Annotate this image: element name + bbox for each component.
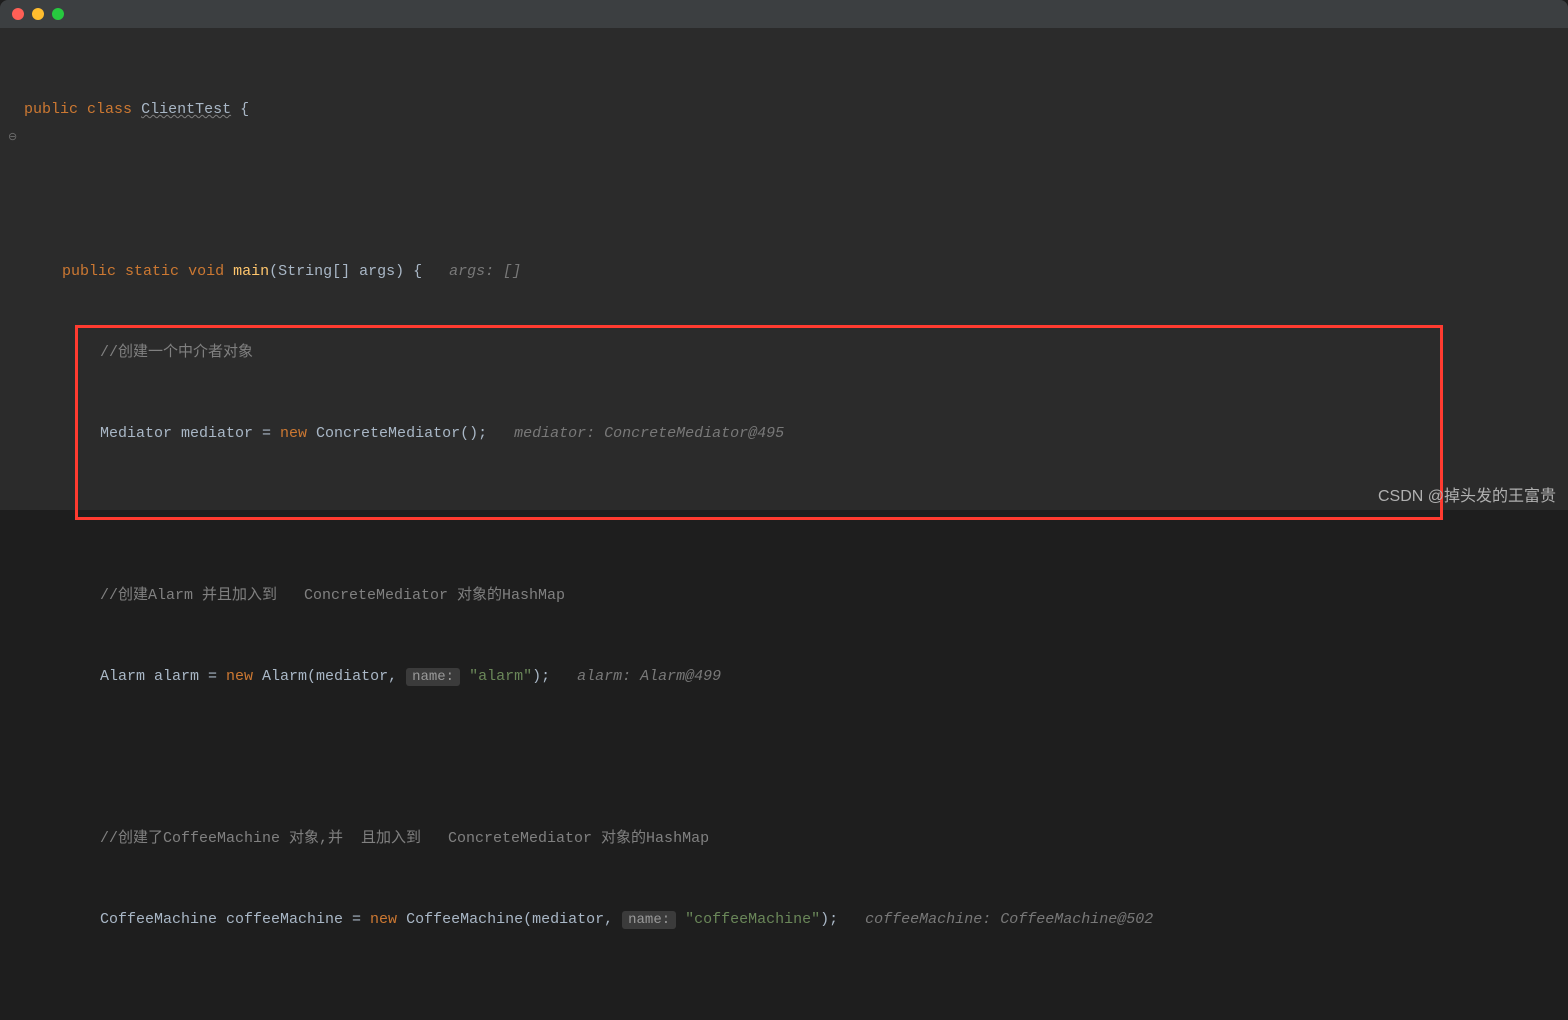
editor-window: ⊖ public class ClientTest { public stati… [0,0,1568,510]
code-line: //创建一个中介者对象 [24,339,1568,366]
close-icon[interactable] [12,8,24,20]
inline-hint: coffeeMachine: CoffeeMachine@502 [865,911,1153,928]
code-line: //创建Alarm 并且加入到 ConcreteMediator 对象的Hash… [24,582,1568,609]
inline-hint: mediator: ConcreteMediator@495 [514,425,784,442]
code-line [24,177,1568,204]
minimize-icon[interactable] [32,8,44,20]
code-line: Alarm alarm = new Alarm(mediator, name: … [24,663,1568,690]
watermark: CSDN @掉头发的王富贵 [1378,482,1556,506]
code-line: Mediator mediator = new ConcreteMediator… [24,420,1568,447]
code-line: public class ClientTest { [24,96,1568,123]
code-area[interactable]: public class ClientTest { public static … [0,42,1568,1020]
collapse-icon[interactable]: ⊖ [8,125,17,152]
inline-hint: alarm: Alarm@499 [577,668,721,685]
param-hint: name: [406,668,460,686]
maximize-icon[interactable] [52,8,64,20]
code-editor[interactable]: ⊖ public class ClientTest { public stati… [0,28,1568,1020]
code-line: CoffeeMachine coffeeMachine = new Coffee… [24,906,1568,933]
code-line [24,501,1568,528]
titlebar [0,0,1568,28]
code-line [24,987,1568,1014]
param-hint: name: [622,911,676,929]
inline-hint: args: [] [449,263,521,280]
code-line: public static void main(String[] args) {… [24,258,1568,285]
code-line: //创建了CoffeeMachine 对象,并 且加入到 ConcreteMed… [24,825,1568,852]
code-line [24,744,1568,771]
